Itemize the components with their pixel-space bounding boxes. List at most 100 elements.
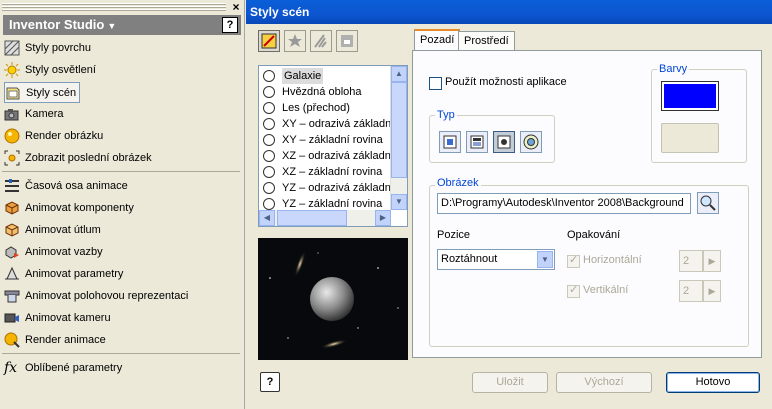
- animation-timeline-icon: [4, 178, 20, 194]
- style-list-hscroll[interactable]: ◀ ▶: [259, 210, 391, 226]
- image-path-field[interactable]: D:\Programy\Autodesk\Inventor 2008\Backg…: [437, 193, 691, 214]
- panel-item-label: Styly povrchu: [25, 42, 92, 54]
- purge-style-button[interactable]: [310, 30, 332, 52]
- help-button[interactable]: ?: [260, 372, 280, 392]
- panel-item-label: Styly osvětlení: [25, 64, 96, 76]
- panel-item-render-animation[interactable]: Render animace: [4, 330, 106, 350]
- panel-item-animate-fade[interactable]: Animovat útlum: [4, 220, 101, 240]
- barvy-group-label: Barvy: [657, 63, 690, 75]
- panel-item-surface-styles[interactable]: Styly povrchu: [4, 38, 91, 58]
- type-image-button[interactable]: [493, 131, 515, 153]
- panel-separator: [2, 353, 240, 354]
- panel-item-camera[interactable]: Kamera: [4, 104, 64, 124]
- save-style-icon: [341, 35, 353, 47]
- horizontal-repeat-spinner[interactable]: 2 ▶: [679, 250, 721, 272]
- panel-item-animate-positional-rep[interactable]: Animovat polohovou reprezentaci: [4, 286, 188, 306]
- type-sphere-image-button[interactable]: [520, 131, 542, 153]
- style-list-item-label: XY – odrazivá základní: [282, 118, 391, 130]
- scene-style-item-icon: [263, 134, 275, 146]
- chevron-down-icon[interactable]: ▼: [537, 251, 553, 268]
- pozice-label: Pozice: [437, 229, 471, 241]
- panel-close-button[interactable]: ×: [230, 1, 242, 13]
- panel-item-render-image[interactable]: Render obrázku: [4, 126, 103, 146]
- vertical-repeat-spinner[interactable]: 2 ▶: [679, 280, 721, 302]
- panel-item-animate-constraints[interactable]: Animovat vazby: [4, 242, 103, 262]
- default-button[interactable]: Výchozí: [556, 372, 652, 393]
- style-list-item-label: Les (přechod): [282, 102, 350, 114]
- panel-item-animate-parameters[interactable]: Animovat parametry: [4, 264, 123, 284]
- scroll-up-icon[interactable]: ▲: [391, 66, 407, 82]
- scene-style-button[interactable]: [258, 30, 280, 52]
- panel-item-label: Animovat polohovou reprezentaci: [25, 290, 189, 302]
- panel-item-lighting-styles[interactable]: Styly osvětlení: [4, 60, 96, 80]
- vertical-repeat-value[interactable]: 2: [679, 280, 703, 302]
- use-app-options-label: Použít možnosti aplikace: [445, 76, 567, 88]
- style-list-item[interactable]: XZ – odrazivá základní: [263, 148, 391, 164]
- scroll-right-icon[interactable]: ▶: [375, 210, 391, 226]
- panel-item-label: Zobrazit poslední obrázek: [25, 152, 152, 164]
- panel-help-button[interactable]: ?: [222, 17, 238, 33]
- panel-grip[interactable]: [2, 3, 226, 11]
- primary-color-swatch[interactable]: [661, 81, 719, 111]
- panel-item-label: Časová osa animace: [25, 180, 128, 192]
- horizontal-checkbox[interactable]: [567, 253, 580, 268]
- panel-item-label: Animovat vazby: [25, 246, 103, 258]
- panel-item-label: Styly scén: [26, 86, 77, 99]
- chevron-right-icon[interactable]: ▶: [703, 280, 721, 302]
- typ-group-label: Typ: [435, 109, 457, 121]
- type-solid-color-button[interactable]: [439, 131, 461, 153]
- type-gradient-button[interactable]: [466, 131, 488, 153]
- panel-item-label: Kamera: [25, 108, 64, 120]
- render-animation-icon: [4, 332, 20, 348]
- style-list-item[interactable]: YZ – odrazivá základní: [263, 180, 391, 196]
- scroll-thumb[interactable]: [391, 82, 407, 178]
- vertical-checkbox[interactable]: [567, 283, 580, 298]
- style-list[interactable]: Galaxie Hvězdná obloha Les (přechod) XY – o…: [258, 65, 408, 227]
- pozice-select-value: Roztáhnout: [441, 253, 498, 265]
- surface-styles-icon: [4, 40, 20, 56]
- horizontal-label: Horizontální: [583, 254, 642, 266]
- pozice-select[interactable]: Roztáhnout ▼: [437, 249, 555, 270]
- scroll-left-icon[interactable]: ◀: [259, 210, 275, 226]
- scene-style-item-icon: [263, 182, 275, 194]
- hscroll-thumb[interactable]: [277, 210, 347, 226]
- panel-item-animate-camera[interactable]: Animovat kameru: [4, 308, 111, 328]
- style-list-item[interactable]: XZ – základní rovina: [263, 164, 391, 180]
- use-app-options-checkbox[interactable]: [429, 77, 442, 90]
- done-button[interactable]: Hotovo: [666, 372, 760, 393]
- show-last-image-icon: [4, 150, 20, 166]
- scene-style-item-icon: [263, 118, 275, 130]
- new-style-button[interactable]: [284, 30, 306, 52]
- primary-color-fill: [664, 84, 716, 108]
- panel-header[interactable]: Inventor Studio ▼ ?: [3, 15, 241, 35]
- style-list-item-label: YZ – odrazivá základní: [282, 182, 391, 194]
- style-list-item[interactable]: Galaxie: [263, 68, 391, 84]
- scroll-down-icon[interactable]: ▼: [391, 194, 407, 210]
- tab-pozadi[interactable]: Pozadí: [414, 29, 461, 51]
- style-list-item[interactable]: Les (přechod): [263, 100, 391, 116]
- scene-preview: [258, 238, 408, 360]
- sphere-image-icon: [523, 134, 539, 150]
- tab-prostredi[interactable]: Prostředí: [458, 31, 515, 51]
- panel-item-scene-styles[interactable]: Styly scén: [4, 82, 81, 103]
- chevron-right-icon[interactable]: ▶: [703, 250, 721, 272]
- style-list-item[interactable]: XY – základní rovina: [263, 132, 391, 148]
- vertical-label: Vertikální: [583, 284, 629, 296]
- panel-item-label: Animovat parametry: [25, 268, 124, 280]
- style-list-item[interactable]: Hvězdná obloha: [263, 84, 391, 100]
- dialog-title-bar[interactable]: Styly scén: [246, 0, 772, 24]
- panel-item-animate-components[interactable]: Animovat komponenty: [4, 198, 134, 218]
- panel-item-favorite-parameters[interactable]: fx Oblíbené parametry: [4, 358, 122, 378]
- save-button[interactable]: Uložit: [472, 372, 548, 393]
- style-list-vscroll[interactable]: ▲ ▼: [390, 66, 407, 210]
- browse-image-button[interactable]: [697, 192, 719, 214]
- panel-item-animation-timeline[interactable]: Časová osa animace: [4, 176, 128, 196]
- tab-panel-pozadi: Použít možnosti aplikace Typ Barvy Obráz…: [412, 50, 762, 358]
- style-list-item[interactable]: XY – odrazivá základní: [263, 116, 391, 132]
- animate-fade-icon: [4, 222, 20, 238]
- save-style-button[interactable]: [336, 30, 358, 52]
- panel-item-show-last-image[interactable]: Zobrazit poslední obrázek: [4, 148, 152, 168]
- image-icon: [497, 135, 511, 149]
- style-list-item-label: XY – základní rovina: [282, 134, 383, 146]
- horizontal-repeat-value[interactable]: 2: [679, 250, 703, 272]
